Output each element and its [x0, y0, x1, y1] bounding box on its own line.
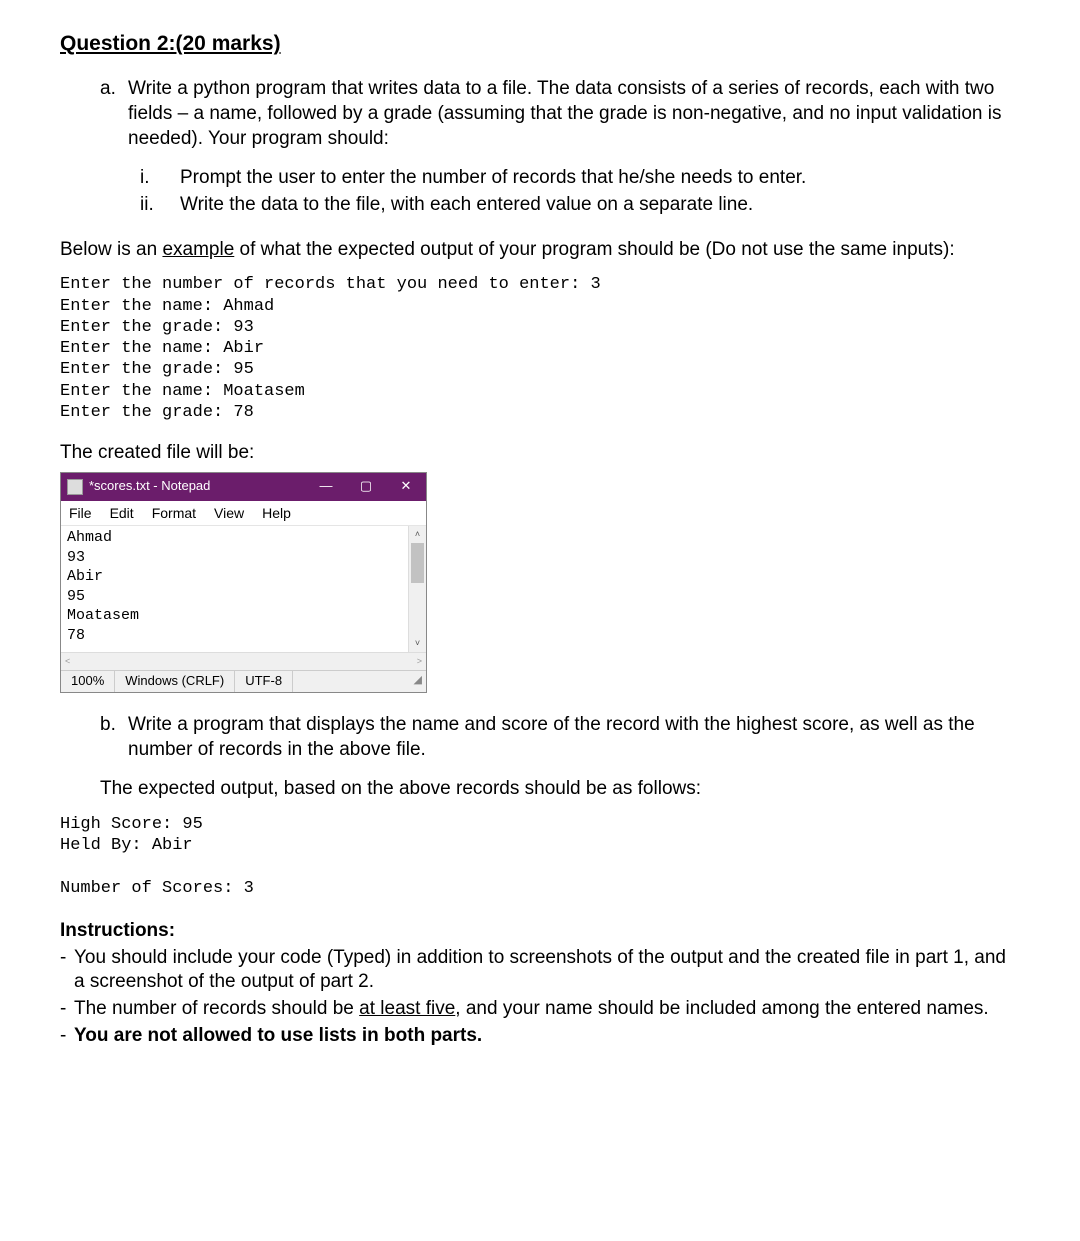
notepad-app-icon: [67, 479, 83, 495]
horizontal-scrollbar[interactable]: < >: [61, 652, 426, 670]
notepad-title: *scores.txt - Notepad: [89, 478, 306, 495]
vertical-scrollbar[interactable]: ˄ ˅: [408, 526, 426, 652]
scroll-left-icon[interactable]: <: [65, 656, 70, 668]
scroll-down-icon[interactable]: ˅: [409, 635, 426, 652]
scroll-right-icon[interactable]: >: [417, 656, 422, 668]
notepad-menubar: File Edit Format View Help: [61, 501, 426, 526]
example-intro-pre: Below is an: [60, 239, 162, 260]
notepad-titlebar: *scores.txt - Notepad — ▢ ✕: [61, 473, 426, 501]
minimize-button[interactable]: —: [306, 473, 346, 501]
roman-text-2: Write the data to the file, with each en…: [180, 193, 753, 218]
example-intro-post: of what the expected output of your prog…: [234, 239, 954, 260]
scroll-up-icon[interactable]: ˄: [409, 526, 426, 543]
notepad-content[interactable]: Ahmad 93 Abir 95 Moatasem 78: [61, 526, 408, 652]
roman-marker-2: ii.: [140, 193, 180, 218]
dash-marker: -: [60, 1024, 74, 1049]
roman-marker-1: i.: [140, 166, 180, 191]
dash-marker: -: [60, 946, 74, 995]
dash-marker: -: [60, 997, 74, 1022]
scroll-thumb[interactable]: [411, 543, 424, 583]
instruction-text: The number of records should be at least…: [74, 997, 989, 1022]
expected-output-label: The expected output, based on the above …: [100, 777, 1020, 802]
part-b-text: Write a program that displays the name a…: [128, 713, 1020, 762]
menu-edit[interactable]: Edit: [106, 503, 138, 523]
instruction-text: You should include your code (Typed) in …: [74, 946, 1020, 995]
status-eol: Windows (CRLF): [115, 671, 235, 692]
menu-help[interactable]: Help: [258, 503, 295, 523]
menu-format[interactable]: Format: [148, 503, 200, 523]
instructions-list: -You should include your code (Typed) in…: [60, 946, 1020, 1049]
instruction-text: You are not allowed to use lists in both…: [74, 1024, 482, 1049]
part-a-marker: a.: [100, 77, 128, 151]
sample-output-b: High Score: 95 Held By: Abir Number of S…: [60, 814, 1020, 899]
part-b: b. Write a program that displays the nam…: [100, 713, 1020, 762]
notepad-window: *scores.txt - Notepad — ▢ ✕ File Edit Fo…: [60, 472, 427, 693]
instruction-item: -The number of records should be at leas…: [60, 997, 1020, 1022]
menu-file[interactable]: File: [65, 503, 96, 523]
question-title: Question 2:(20 marks): [60, 30, 1020, 57]
notepad-statusbar: 100% Windows (CRLF) UTF-8 ◢: [61, 670, 426, 692]
close-button[interactable]: ✕: [386, 473, 426, 501]
example-intro: Below is an example of what the expected…: [60, 238, 1020, 263]
roman-text-1: Prompt the user to enter the number of r…: [180, 166, 806, 191]
status-zoom: 100%: [61, 671, 115, 692]
menu-view[interactable]: View: [210, 503, 248, 523]
created-file-label: The created file will be:: [60, 441, 1020, 466]
part-b-marker: b.: [100, 713, 128, 762]
part-a: a. Write a python program that writes da…: [100, 77, 1020, 151]
instruction-item: -You are not allowed to use lists in bot…: [60, 1024, 1020, 1049]
resize-grip-icon[interactable]: ◢: [410, 671, 426, 692]
roman-list: i. Prompt the user to enter the number o…: [140, 166, 1020, 217]
maximize-button[interactable]: ▢: [346, 473, 386, 501]
example-word: example: [162, 239, 234, 260]
instruction-item: -You should include your code (Typed) in…: [60, 946, 1020, 995]
status-encoding: UTF-8: [235, 671, 293, 692]
part-a-text: Write a python program that writes data …: [128, 77, 1020, 151]
sample-io-a: Enter the number of records that you nee…: [60, 274, 1020, 423]
instructions-title: Instructions:: [60, 919, 1020, 944]
